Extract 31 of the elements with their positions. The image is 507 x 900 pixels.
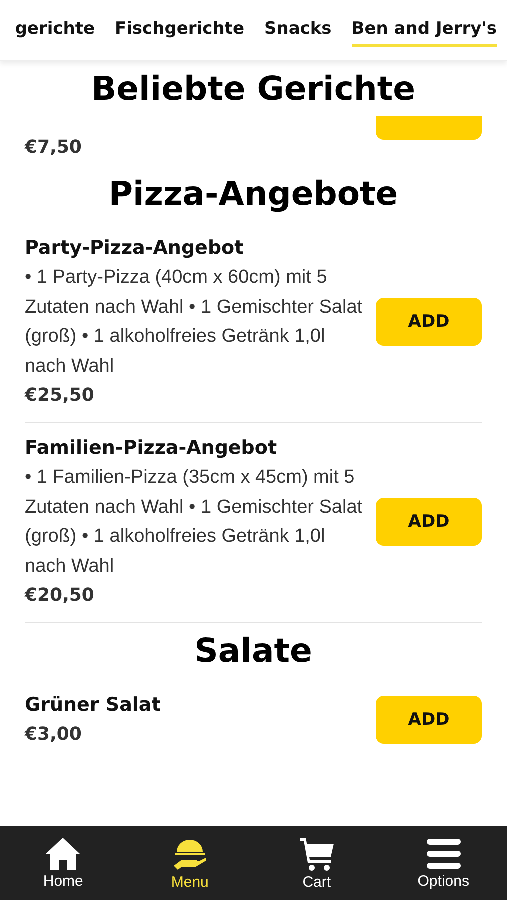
item-description: • 1 Party-Pizza (40cm x 60cm) mit 5 Zutaten nach Wahl • 1 Gemischter Salat (groß) • 1 alkoholfreies Getränk 1,0l nach Wahl	[25, 266, 364, 378]
nav-tab[interactable]: Menu	[140, 834, 240, 892]
item-name: Familien-Pizza-Angebot	[25, 437, 278, 459]
nav-label: Home	[43, 872, 84, 890]
add-button[interactable]: ADD	[376, 498, 482, 546]
add-button[interactable]	[376, 116, 482, 140]
nav-label: Menu	[171, 874, 209, 890]
add-button[interactable]: ADD	[376, 298, 482, 346]
item-price: €7,50	[25, 137, 82, 158]
category-tab[interactable]: Fischgerichte	[114, 13, 244, 47]
category-tab[interactable]: gerichte	[15, 13, 95, 47]
item-price: €3,00	[25, 724, 83, 745]
home-icon	[45, 836, 82, 870]
section-heading: Beliebte Gerichte	[90, 68, 417, 110]
item-name: Party-Pizza-Angebot	[25, 237, 245, 259]
item-name: Grüner Salat	[25, 694, 162, 716]
category-tab[interactable]: Ben and Jerry's	[352, 13, 497, 47]
nav-tab[interactable]: Cart	[266, 834, 367, 892]
section-heading: Pizza-Angebote	[108, 173, 400, 215]
cart-icon	[298, 836, 335, 872]
nav-tab[interactable]: Options	[394, 836, 494, 890]
nav-label: Options	[418, 872, 470, 890]
add-button[interactable]: ADD	[376, 696, 482, 744]
menu-icon	[426, 836, 462, 870]
nav-tab[interactable]: Home	[13, 836, 114, 890]
item-price: €25,50	[25, 385, 96, 406]
nav-label: Cart	[302, 874, 332, 890]
item-description: • 1 Familien-Pizza (35cm x 45cm) mit 5 Zutaten nach Wahl • 1 Gemischter Salat (groß) • 1 alkoholfreies Getränk 1,0l nach Wahl	[25, 466, 364, 578]
item-price: €20,50	[25, 585, 96, 606]
category-tab[interactable]: Snacks	[264, 13, 332, 47]
section-heading: Salate	[194, 630, 314, 672]
